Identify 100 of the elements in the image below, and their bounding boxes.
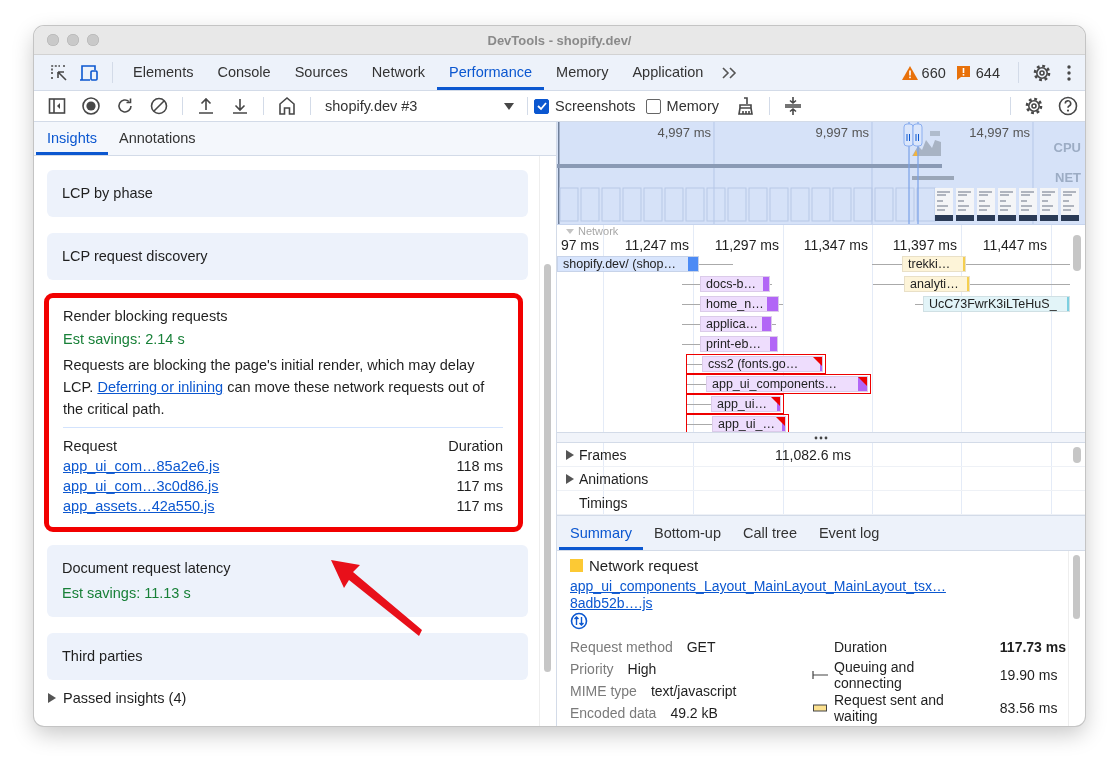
request-link[interactable]: app_ui_com…85a2e6.js — [63, 458, 220, 474]
sidebar-tab[interactable]: Annotations — [108, 122, 207, 155]
upload-icon[interactable] — [196, 96, 216, 116]
category-swatch — [570, 559, 583, 572]
panel-tab[interactable]: Application — [620, 55, 716, 90]
checkbox[interactable] — [534, 98, 549, 114]
details-tab[interactable]: Summary — [559, 516, 644, 550]
request-link[interactable]: app_assets…42a550.js — [63, 498, 215, 514]
scrollbar-thumb[interactable] — [1073, 235, 1081, 271]
field-value: text/javascript — [650, 683, 737, 699]
network-request-bar[interactable]: print-eb… — [700, 336, 778, 352]
scrollbar-thumb[interactable] — [544, 264, 551, 672]
caret-icon — [503, 101, 515, 111]
insight-card[interactable]: Document request latency Est savings: 11.13 s — [47, 545, 528, 617]
details-tab[interactable]: Event log — [807, 516, 891, 550]
network-request-bar[interactable]: css2 (fonts.go… — [702, 356, 823, 372]
inspect-icon[interactable] — [49, 62, 69, 83]
section-toggle[interactable]: Passed insights (4) — [63, 690, 187, 706]
track-label[interactable]: Timings — [579, 494, 628, 511]
issue-icon — [955, 64, 972, 81]
details-tab[interactable]: Call tree — [731, 516, 808, 550]
more-icon[interactable] — [1065, 63, 1073, 82]
field-label: Priority — [570, 661, 614, 677]
network-request-bar[interactable]: applica… — [700, 316, 772, 332]
settings-icon[interactable] — [1032, 62, 1052, 83]
duration-text: 117 ms — [456, 498, 503, 514]
sidebar-toggle-icon[interactable] — [47, 96, 67, 116]
download-icon[interactable] — [230, 96, 250, 116]
checkbox-label[interactable]: Screenshots — [555, 98, 636, 114]
timing-value: 117.73 ms — [999, 639, 1067, 656]
resize-handle-icon[interactable] — [813, 435, 829, 440]
duration-text: 118 ms — [456, 458, 503, 474]
track-label[interactable]: Animations — [579, 470, 649, 487]
record-icon[interactable] — [81, 96, 101, 116]
timing-label: Request sent and waiting — [834, 691, 945, 724]
scrollbar-thumb[interactable] — [1073, 555, 1080, 619]
insight-card[interactable]: LCP request discovery — [47, 233, 528, 280]
tick-label: 11,247 ms — [624, 237, 689, 253]
network-request-bar[interactable]: app_ui_… — [712, 416, 786, 432]
issue-count[interactable]: 644 — [975, 64, 1000, 81]
reload-icon[interactable] — [115, 96, 135, 116]
expand-triangle-icon[interactable] — [565, 448, 575, 461]
track-label: CPU — [1053, 140, 1081, 155]
insight-title: Document request latency — [62, 560, 232, 576]
transfer-icon[interactable] — [570, 612, 588, 630]
network-request-bar[interactable]: UcC73FwrK3iLTeHuS_ — [923, 296, 1070, 312]
insight-title: LCP by phase — [62, 185, 154, 201]
insight-card[interactable]: LCP by phase — [47, 170, 528, 217]
tick-label: 11,347 ms — [803, 237, 868, 253]
window-title: DevTools - shopify.dev/ — [487, 32, 632, 48]
checkbox[interactable] — [645, 98, 661, 114]
settings-icon[interactable] — [1024, 96, 1044, 116]
insight-card[interactable]: Third parties — [47, 633, 528, 680]
home-icon[interactable] — [277, 96, 297, 116]
scrollbar-thumb[interactable] — [1073, 447, 1081, 463]
expand-triangle-icon[interactable] — [565, 472, 575, 485]
panel-tab[interactable]: Memory — [544, 55, 621, 90]
timing-label: Queuing and connecting — [834, 659, 916, 691]
tick-label: 4,997 ms — [657, 125, 711, 140]
track-value: 11,082.6 ms — [775, 446, 851, 463]
link[interactable]: Deferring or inlining — [97, 379, 224, 395]
network-request-bar[interactable]: analyti… — [904, 276, 970, 292]
url-link[interactable]: app_ui_components_Layout_MainLayout_MainLayout_tsx… — [570, 578, 946, 594]
panel-tab[interactable]: Elements — [121, 55, 206, 90]
panel-tab[interactable]: Console — [205, 55, 283, 90]
column-header: Duration — [448, 438, 503, 454]
request-link[interactable]: app_ui_com…3c0d86.js — [63, 478, 219, 494]
collapse-icon[interactable] — [783, 96, 803, 116]
network-request-bar[interactable]: home_n… — [700, 296, 779, 312]
clear-icon[interactable] — [149, 96, 169, 116]
help-icon[interactable] — [1058, 96, 1078, 116]
tick-label: 9,997 ms — [815, 125, 869, 140]
url-link[interactable]: 8adb52b….js — [570, 595, 653, 611]
highlighted-insight-card[interactable] — [47, 296, 520, 529]
network-request-bar[interactable]: shopify.dev/ (shop… — [557, 256, 699, 272]
network-request-bar[interactable]: app_ui… — [711, 396, 781, 412]
broom-icon[interactable] — [736, 96, 756, 116]
sidebar-tab[interactable]: Insights — [36, 122, 108, 155]
device-icon[interactable] — [79, 62, 99, 83]
column-header: Request — [63, 438, 117, 454]
track-label[interactable]: Frames — [579, 446, 627, 463]
network-request-bar[interactable]: docs-b… — [700, 276, 770, 292]
field-value: 49.2 kB — [670, 705, 718, 721]
field-label: Encoded data — [570, 705, 657, 721]
track-label: NET — [1055, 170, 1081, 185]
timing-value: 83.56 ms — [999, 699, 1059, 716]
tick-label: 11,447 ms — [982, 237, 1047, 253]
warning-count[interactable]: 660 — [921, 64, 946, 81]
network-request-bar[interactable]: trekki… — [902, 256, 966, 272]
tick-label: 14,997 ms — [969, 125, 1030, 140]
panel-tab[interactable]: Network — [359, 55, 438, 90]
network-request-bar[interactable]: app_ui_components… — [706, 376, 868, 392]
recording-dropdown[interactable]: shopify.dev #3 — [317, 98, 521, 114]
track-label: Network — [578, 225, 619, 237]
checkbox-label[interactable]: Memory — [666, 98, 719, 114]
details-tab[interactable]: Bottom-up — [643, 516, 732, 550]
expand-triangle-icon[interactable] — [47, 692, 57, 704]
panel-tab[interactable]: Sources — [282, 55, 360, 90]
panel-tab[interactable]: Performance — [437, 55, 545, 90]
queue-legend-icon — [812, 668, 828, 682]
